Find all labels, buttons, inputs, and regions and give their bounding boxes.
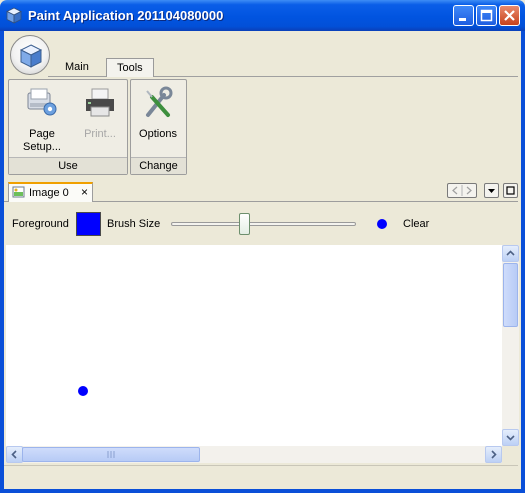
brush-preview (377, 219, 387, 229)
application-menu-button[interactable] (10, 35, 50, 75)
brush-size-slider-thumb[interactable] (239, 213, 250, 235)
drawing-canvas[interactable] (6, 245, 502, 446)
printer-icon (86, 88, 114, 117)
scroll-right-button[interactable] (485, 446, 502, 463)
title-bar[interactable]: Paint Application 201104080000 (0, 0, 525, 31)
arrow-left-icon (11, 450, 17, 459)
painted-stroke (78, 386, 88, 396)
image-icon (12, 186, 25, 198)
arrow-right-icon (491, 450, 497, 459)
scroll-down-button[interactable] (502, 429, 519, 446)
grip-icon (107, 451, 115, 458)
arrow-up-icon (506, 250, 515, 256)
horizontal-scroll-thumb[interactable] (22, 447, 200, 462)
foreground-color-swatch[interactable] (76, 212, 101, 236)
window-title: Paint Application 201104080000 (28, 8, 224, 23)
foreground-label: Foreground (12, 218, 69, 230)
arrow-down-icon (506, 435, 515, 441)
window-frame-right (521, 31, 525, 493)
vertical-scroll-thumb[interactable] (503, 263, 518, 327)
document-tab-image-0[interactable]: Image 0 × (8, 182, 93, 202)
window-frame-bottom (0, 489, 525, 493)
print-button[interactable]: Print... (76, 85, 124, 141)
tab-tools[interactable]: Tools (106, 58, 154, 77)
cube-icon (6, 7, 22, 24)
brush-size-slider[interactable] (171, 222, 356, 226)
scroll-left-button[interactable] (6, 446, 23, 463)
page-setup-label-line2: Setup... (23, 141, 61, 153)
tab-scroll-arrows-icon (452, 185, 472, 196)
brush-size-label: Brush Size (107, 218, 161, 230)
page-setup-button[interactable]: Page Setup... (16, 85, 68, 154)
maximize-icon (480, 9, 493, 22)
close-button[interactable] (499, 5, 520, 26)
maximize-button[interactable] (476, 5, 497, 26)
tab-main-label: Main (65, 61, 89, 73)
band-title-change: Change (131, 157, 186, 174)
minimize-button[interactable] (453, 5, 474, 26)
tab-tools-label: Tools (117, 62, 143, 74)
status-bar (4, 465, 518, 489)
document-tab-label: Image 0 (29, 187, 69, 199)
close-tab-icon[interactable]: × (81, 186, 88, 198)
scroll-up-button[interactable] (502, 245, 519, 262)
options-button[interactable]: Options (135, 85, 181, 141)
cube-icon (19, 44, 43, 68)
tab-scroll-buttons[interactable] (447, 183, 477, 198)
print-label: Print... (84, 128, 116, 140)
tab-main[interactable]: Main (55, 58, 99, 77)
minimize-icon (459, 18, 466, 21)
close-icon (504, 10, 515, 21)
clear-button[interactable]: Clear (403, 218, 429, 230)
maximize-document-button[interactable] (503, 183, 518, 198)
wrench-screwdriver-icon (146, 86, 173, 117)
maximize-icon (506, 186, 515, 195)
band-title-use: Use (9, 157, 127, 174)
page-setup-icon (27, 88, 57, 116)
page-setup-label-line1: Page (29, 128, 55, 140)
scrollbar-corner (502, 446, 519, 463)
tab-list-button[interactable] (484, 183, 499, 198)
chevron-down-icon (488, 189, 495, 193)
options-label: Options (139, 128, 177, 140)
